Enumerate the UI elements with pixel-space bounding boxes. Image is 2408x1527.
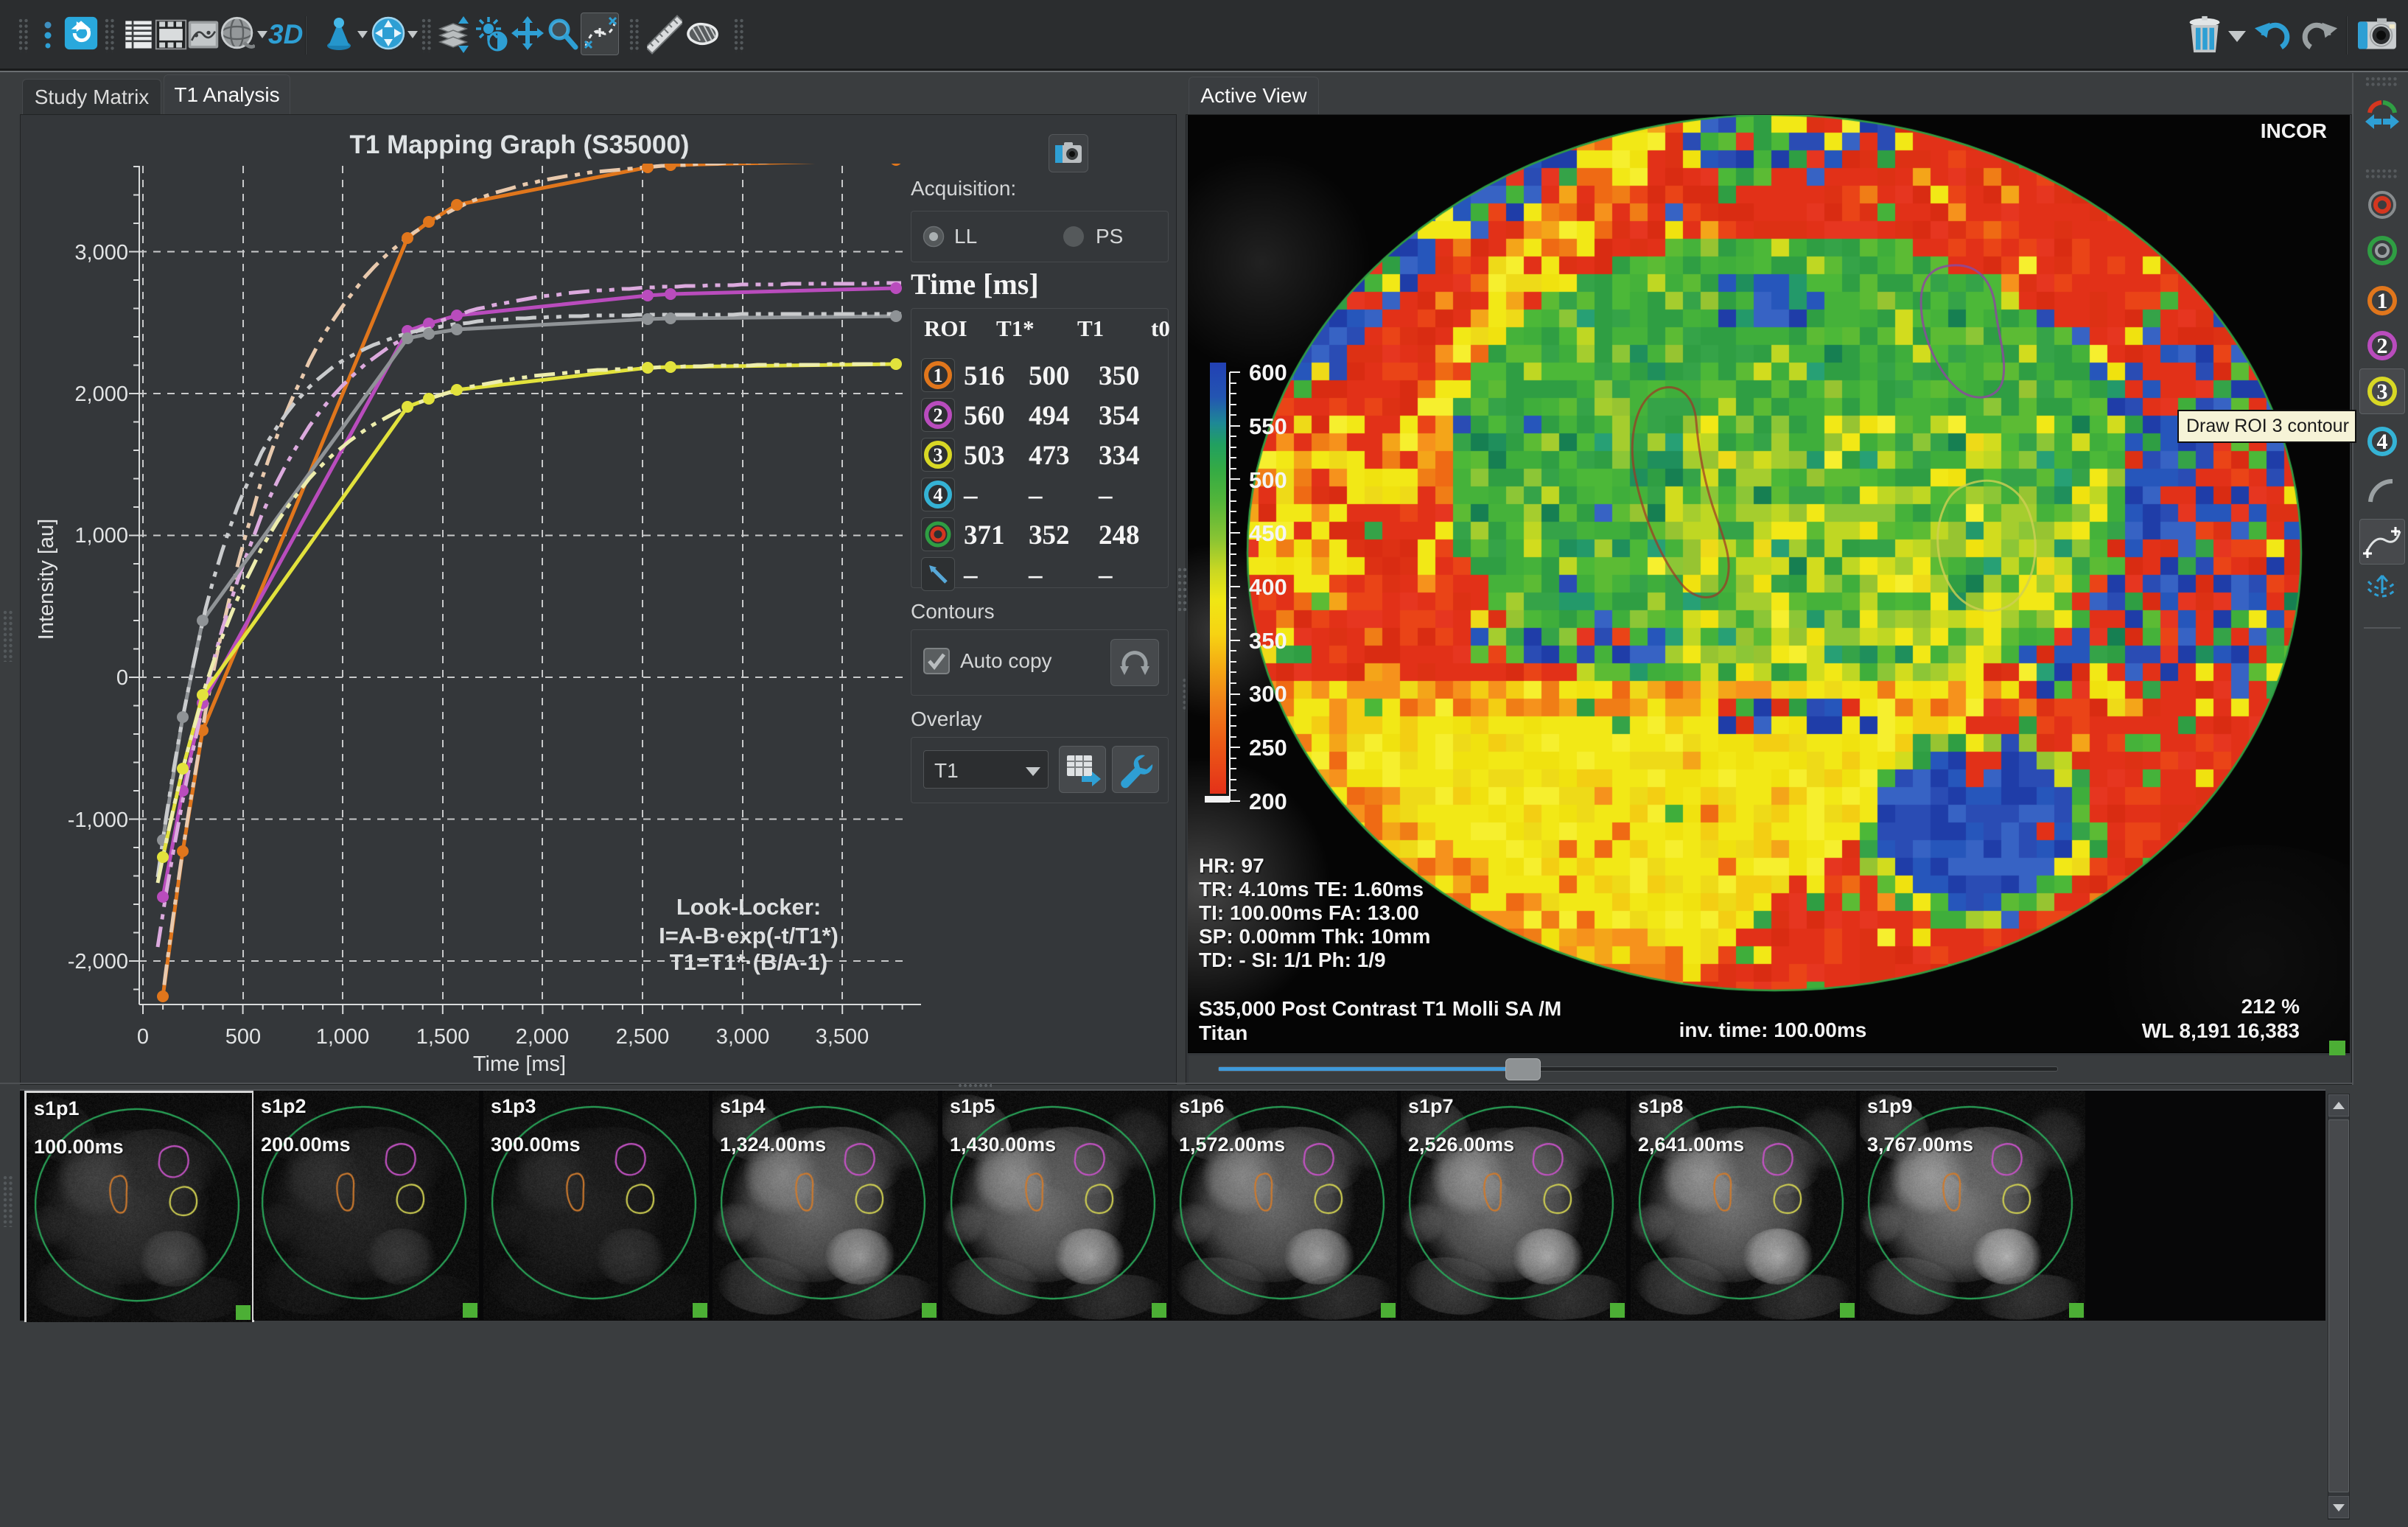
svg-text:500: 500 <box>225 1025 261 1049</box>
svg-text:-2,000: -2,000 <box>68 950 128 974</box>
svg-text:3: 3 <box>2377 380 2388 404</box>
svg-text:Look-Locker:: Look-Locker: <box>676 894 821 920</box>
svg-text:300: 300 <box>1249 681 1287 707</box>
svg-text:1,000: 1,000 <box>316 1025 370 1049</box>
svg-text:350: 350 <box>1249 628 1287 654</box>
svg-text:-1,000: -1,000 <box>68 808 128 832</box>
svg-text:2,500: 2,500 <box>616 1025 670 1049</box>
svg-text:2: 2 <box>2377 334 2388 358</box>
svg-text:4: 4 <box>2377 430 2388 454</box>
svg-text:250: 250 <box>1249 735 1287 761</box>
svg-text:Intensity [au]: Intensity [au] <box>35 519 58 640</box>
svg-text:3: 3 <box>934 444 943 466</box>
svg-text:2,000: 2,000 <box>74 382 128 406</box>
svg-text:I=A-B·exp(-t/T1*): I=A-B·exp(-t/T1*) <box>659 923 839 948</box>
svg-text:3,500: 3,500 <box>816 1025 869 1049</box>
svg-text:T1=T1*·(B/A-1): T1=T1*·(B/A-1) <box>670 949 827 975</box>
svg-text:4: 4 <box>934 484 943 506</box>
svg-text:3,000: 3,000 <box>74 241 128 265</box>
svg-text:400: 400 <box>1249 574 1287 600</box>
svg-text:550: 550 <box>1249 413 1287 439</box>
svg-text:2: 2 <box>934 405 943 426</box>
svg-text:600: 600 <box>1249 360 1287 385</box>
svg-text:450: 450 <box>1249 520 1287 546</box>
svg-text:200: 200 <box>1249 789 1287 814</box>
svg-text:3,000: 3,000 <box>716 1025 770 1049</box>
svg-text:1: 1 <box>934 365 943 386</box>
svg-text:0: 0 <box>137 1025 149 1049</box>
svg-text:500: 500 <box>1249 467 1287 493</box>
svg-text:0: 0 <box>116 666 128 690</box>
svg-text:Time [ms]: Time [ms] <box>473 1052 566 1076</box>
svg-text:2,000: 2,000 <box>516 1025 570 1049</box>
svg-text:1,000: 1,000 <box>74 524 128 548</box>
svg-text:1: 1 <box>2377 289 2388 313</box>
svg-text:T1 Mapping Graph (S35000): T1 Mapping Graph (S35000) <box>350 130 690 159</box>
svg-text:1,500: 1,500 <box>416 1025 470 1049</box>
